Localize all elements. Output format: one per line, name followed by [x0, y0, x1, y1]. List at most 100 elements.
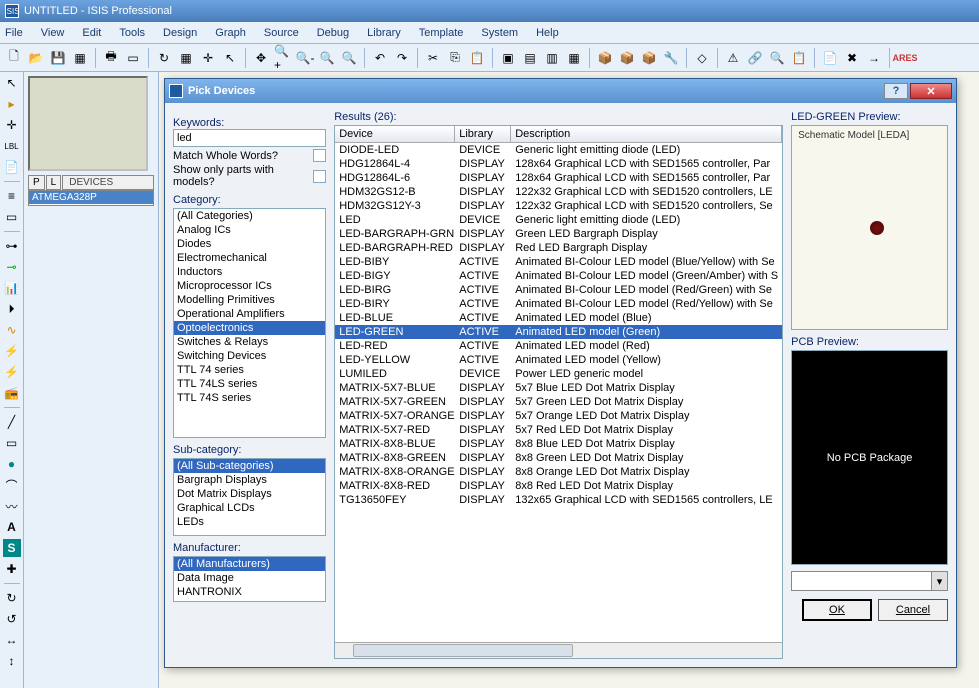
selection-icon[interactable]: ↖	[3, 74, 21, 92]
table-row[interactable]: LED-REDACTIVEAnimated LED model (Red)	[335, 339, 782, 353]
zoom-in-icon[interactable]: 🔍+	[273, 48, 293, 68]
bus-icon[interactable]: ≡	[3, 187, 21, 205]
menu-file[interactable]: File	[5, 27, 23, 39]
table-row[interactable]: LED-BARGRAPH-GRNDISPLAYGreen LED Bargrap…	[335, 227, 782, 241]
cursor-icon[interactable]: ↖	[220, 48, 240, 68]
subcircuit-icon[interactable]: ▭	[3, 208, 21, 226]
col-library[interactable]: Library	[455, 126, 511, 142]
decompose-icon[interactable]: 🔧	[661, 48, 681, 68]
table-row[interactable]: LED-GREENACTIVEAnimated LED model (Green…	[335, 325, 782, 339]
device-list[interactable]: ATMEGA328P	[28, 190, 154, 206]
block-delete-icon[interactable]: ▦	[564, 48, 584, 68]
label-icon[interactable]: LBL	[3, 137, 21, 155]
menu-graph[interactable]: Graph	[215, 27, 246, 39]
list-item[interactable]: TTL 74LS series	[174, 377, 325, 391]
save-icon[interactable]: 💾	[48, 48, 68, 68]
package-icon[interactable]: 📦	[639, 48, 659, 68]
menu-tools[interactable]: Tools	[119, 27, 145, 39]
current-probe-icon[interactable]: ⚡	[3, 363, 21, 381]
menu-library[interactable]: Library	[367, 27, 401, 39]
mirror-h-icon[interactable]: ↔	[3, 631, 21, 649]
list-item[interactable]: Modelling Primitives	[174, 293, 325, 307]
refresh-icon[interactable]: ↻	[154, 48, 174, 68]
redo-icon[interactable]: ↷	[392, 48, 412, 68]
package-combo[interactable]: ▾	[791, 571, 948, 591]
voltage-probe-icon[interactable]: ⚡	[3, 342, 21, 360]
list-item[interactable]: Electromechanical	[174, 251, 325, 265]
ok-button[interactable]: OK	[802, 599, 872, 621]
paste-icon[interactable]: 📋	[467, 48, 487, 68]
list-item[interactable]: Diodes	[174, 237, 325, 251]
table-row[interactable]: TG13650FEYDISPLAY132x65 Graphical LCD wi…	[335, 493, 782, 507]
horizontal-scrollbar[interactable]	[335, 642, 782, 658]
list-item[interactable]: Data Image	[174, 571, 325, 585]
table-row[interactable]: MATRIX-5X7-BLUEDISPLAY5x7 Blue LED Dot M…	[335, 381, 782, 395]
marker-icon[interactable]: ✚	[3, 560, 21, 578]
tape-icon[interactable]: ⏵	[3, 300, 21, 318]
table-row[interactable]: HDG12864L-6DISPLAY128x64 Graphical LCD w…	[335, 171, 782, 185]
zoom-out-icon[interactable]: 🔍-	[295, 48, 315, 68]
menu-debug[interactable]: Debug	[317, 27, 349, 39]
list-item[interactable]: Graphical LCDs	[174, 501, 325, 515]
list-item[interactable]: HANTRONIX	[174, 585, 325, 599]
table-row[interactable]: LED-BIBYACTIVEAnimated BI-Colour LED mod…	[335, 255, 782, 269]
bom-icon[interactable]: 📋	[789, 48, 809, 68]
table-row[interactable]: MATRIX-5X7-ORANGEDISPLAY5x7 Orange LED D…	[335, 409, 782, 423]
table-row[interactable]: MATRIX-8X8-BLUEDISPLAY8x8 Blue LED Dot M…	[335, 437, 782, 451]
copy-icon[interactable]: ⎘	[445, 48, 465, 68]
menu-source[interactable]: Source	[264, 27, 299, 39]
close-icon[interactable]: ✕	[910, 83, 952, 99]
list-item[interactable]: Bargraph Displays	[174, 473, 325, 487]
zoom-area-icon[interactable]: 🔍	[339, 48, 359, 68]
grid-icon[interactable]: ▦	[176, 48, 196, 68]
subcategory-list[interactable]: (All Sub-categories)Bargraph DisplaysDot…	[173, 458, 326, 536]
arc-icon[interactable]: ⌒	[3, 476, 21, 494]
circle-icon[interactable]: ●	[3, 455, 21, 473]
table-row[interactable]: HDM32GS12Y-3DISPLAY122x32 Graphical LCD …	[335, 199, 782, 213]
list-item[interactable]: (All Manufacturers)	[174, 557, 325, 571]
wire-icon[interactable]: ◇	[692, 48, 712, 68]
table-row[interactable]: MATRIX-8X8-GREENDISPLAY8x8 Green LED Dot…	[335, 451, 782, 465]
search-icon[interactable]: 🔍	[767, 48, 787, 68]
col-device[interactable]: Device	[335, 126, 455, 142]
list-item[interactable]: Switching Devices	[174, 349, 325, 363]
menu-edit[interactable]: Edit	[82, 27, 101, 39]
erc-icon[interactable]: ⚠	[723, 48, 743, 68]
rotate-cw-icon[interactable]: ↻	[3, 589, 21, 607]
tab-p[interactable]: P	[28, 175, 45, 190]
pick-icon[interactable]: 📦	[595, 48, 615, 68]
region-icon[interactable]: ▭	[123, 48, 143, 68]
keywords-input[interactable]	[173, 129, 326, 147]
component-icon[interactable]: ▸	[3, 95, 21, 113]
graph-icon[interactable]: 📊	[3, 279, 21, 297]
device-list-item[interactable]: ATMEGA328P	[29, 191, 153, 204]
path-icon[interactable]: 〰	[3, 497, 21, 515]
instrument-icon[interactable]: 📻	[3, 384, 21, 402]
table-row[interactable]: LED-BIGYACTIVEAnimated BI-Colour LED mod…	[335, 269, 782, 283]
pan-icon[interactable]: ✥	[251, 48, 271, 68]
goto-sheet-icon[interactable]: →	[864, 48, 884, 68]
del-sheet-icon[interactable]: ✖	[842, 48, 862, 68]
help-icon[interactable]: ?	[884, 83, 908, 99]
table-row[interactable]: MATRIX-5X7-REDDISPLAY5x7 Red LED Dot Mat…	[335, 423, 782, 437]
table-row[interactable]: LED-YELLOWACTIVEAnimated LED model (Yell…	[335, 353, 782, 367]
cut-icon[interactable]: ✂	[423, 48, 443, 68]
junction-icon[interactable]: ✛	[3, 116, 21, 134]
box-icon[interactable]: ▭	[3, 434, 21, 452]
list-item[interactable]: Analog ICs	[174, 223, 325, 237]
block-copy-icon[interactable]: ▣	[498, 48, 518, 68]
mirror-v-icon[interactable]: ↕	[3, 652, 21, 670]
chevron-down-icon[interactable]: ▾	[931, 572, 947, 590]
table-row[interactable]: LED-BLUEACTIVEAnimated LED model (Blue)	[335, 311, 782, 325]
line-icon[interactable]: ╱	[3, 413, 21, 431]
table-row[interactable]: MATRIX-8X8-REDDISPLAY8x8 Red LED Dot Mat…	[335, 479, 782, 493]
list-item[interactable]: TTL 74 series	[174, 363, 325, 377]
table-row[interactable]: MATRIX-8X8-ORANGEDISPLAY8x8 Orange LED D…	[335, 465, 782, 479]
block-move-icon[interactable]: ▤	[520, 48, 540, 68]
table-row[interactable]: LEDDEVICEGeneric light emitting diode (L…	[335, 213, 782, 227]
terminal-icon[interactable]: ⊶	[3, 237, 21, 255]
list-item[interactable]: (All Sub-categories)	[174, 459, 325, 473]
menu-view[interactable]: View	[41, 27, 65, 39]
col-description[interactable]: Description	[511, 126, 782, 142]
undo-icon[interactable]: ↶	[370, 48, 390, 68]
